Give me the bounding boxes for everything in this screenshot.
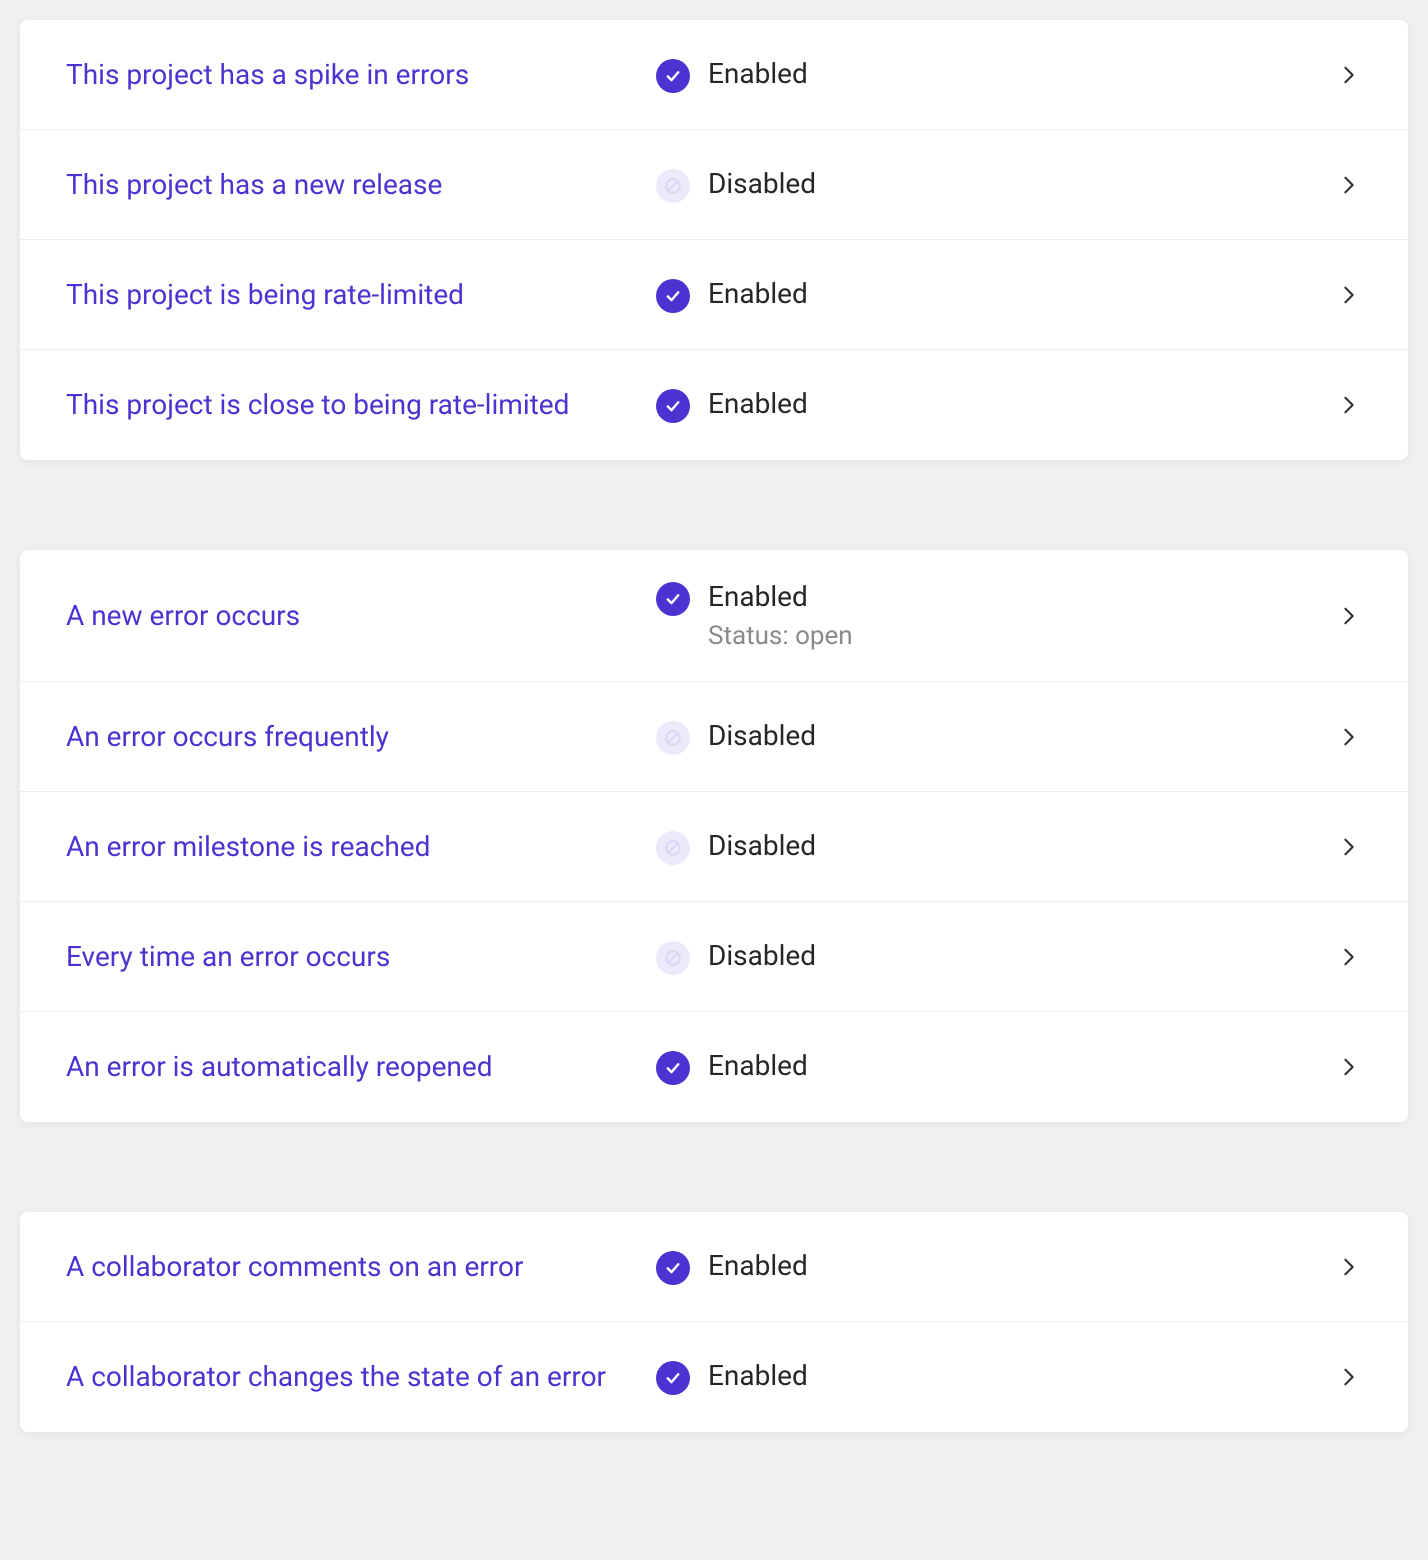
status-label: Enabled (708, 277, 808, 310)
settings-group: This project has a spike in errors Enable… (20, 20, 1408, 460)
status-label: Disabled (708, 719, 816, 752)
settings-row-error-occurs-frequently[interactable]: An error occurs frequently Disabled (20, 682, 1408, 792)
status-label: Enabled (708, 57, 808, 90)
settings-group: A new error occurs Enabled Status: open An … (20, 550, 1408, 1122)
chevron-right-icon (1336, 1364, 1362, 1390)
status-texts: Enabled (708, 57, 808, 90)
status-texts: Disabled (708, 167, 816, 200)
settings-row-title: An error milestone is reached (66, 828, 656, 866)
settings-row-title: This project has a new release (66, 166, 656, 204)
status-label: Disabled (708, 167, 816, 200)
status-texts: Enabled (708, 1359, 808, 1392)
chevron-right-icon (1336, 172, 1362, 198)
check-circle-icon (656, 1251, 690, 1285)
status-texts: Enabled (708, 1049, 808, 1082)
status-texts: Disabled (708, 939, 816, 972)
settings-row-error-reopened[interactable]: An error is automatically reopened Enable… (20, 1012, 1408, 1122)
check-circle-icon (656, 1051, 690, 1085)
disabled-circle-icon (656, 169, 690, 203)
status-label: Disabled (708, 829, 816, 862)
status-wrap: Enabled (656, 1359, 1336, 1395)
check-circle-icon (656, 279, 690, 313)
disabled-circle-icon (656, 941, 690, 975)
chevron-right-icon (1336, 834, 1362, 860)
settings-row-title: An error occurs frequently (66, 718, 656, 756)
status-texts: Enabled (708, 387, 808, 420)
status-label: Enabled (708, 1049, 808, 1082)
settings-row-title: This project is close to being rate-limi… (66, 386, 656, 424)
settings-row-rate-limited[interactable]: This project is being rate-limited Enable… (20, 240, 1408, 350)
settings-row-spike-in-errors[interactable]: This project has a spike in errors Enable… (20, 20, 1408, 130)
status-wrap: Enabled (656, 57, 1336, 93)
disabled-circle-icon (656, 831, 690, 865)
settings-group: A collaborator comments on an error Enabl… (20, 1212, 1408, 1432)
status-label: Enabled (708, 580, 853, 613)
status-label: Enabled (708, 387, 808, 420)
settings-row-close-rate-limited[interactable]: This project is close to being rate-limi… (20, 350, 1408, 460)
settings-row-error-milestone[interactable]: An error milestone is reached Disabled (20, 792, 1408, 902)
status-label: Enabled (708, 1359, 808, 1392)
check-circle-icon (656, 582, 690, 616)
status-wrap: Disabled (656, 167, 1336, 203)
settings-row-title: A collaborator comments on an error (66, 1248, 656, 1286)
status-texts: Enabled (708, 1249, 808, 1282)
status-texts: Disabled (708, 829, 816, 862)
status-wrap: Enabled (656, 387, 1336, 423)
status-label: Disabled (708, 939, 816, 972)
chevron-right-icon (1336, 603, 1362, 629)
check-circle-icon (656, 1361, 690, 1395)
chevron-right-icon (1336, 724, 1362, 750)
chevron-right-icon (1336, 392, 1362, 418)
settings-row-collaborator-comments[interactable]: A collaborator comments on an error Enabl… (20, 1212, 1408, 1322)
chevron-right-icon (1336, 944, 1362, 970)
status-subtext: Status: open (708, 621, 853, 651)
check-circle-icon (656, 389, 690, 423)
chevron-right-icon (1336, 282, 1362, 308)
chevron-right-icon (1336, 62, 1362, 88)
settings-row-title: A new error occurs (66, 597, 656, 635)
chevron-right-icon (1336, 1054, 1362, 1080)
status-wrap: Enabled Status: open (656, 580, 1336, 651)
status-texts: Enabled (708, 277, 808, 310)
status-wrap: Enabled (656, 277, 1336, 313)
chevron-right-icon (1336, 1254, 1362, 1280)
status-wrap: Disabled (656, 939, 1336, 975)
settings-row-title: Every time an error occurs (66, 938, 656, 976)
settings-row-title: An error is automatically reopened (66, 1048, 656, 1086)
status-texts: Disabled (708, 719, 816, 752)
status-wrap: Enabled (656, 1049, 1336, 1085)
settings-row-title: This project is being rate-limited (66, 276, 656, 314)
check-circle-icon (656, 59, 690, 93)
status-texts: Enabled Status: open (708, 580, 853, 651)
settings-row-title: A collaborator changes the state of an e… (66, 1358, 656, 1396)
status-label: Enabled (708, 1249, 808, 1282)
settings-row-new-error-occurs[interactable]: A new error occurs Enabled Status: open (20, 550, 1408, 682)
settings-row-title: This project has a spike in errors (66, 56, 656, 94)
status-wrap: Enabled (656, 1249, 1336, 1285)
disabled-circle-icon (656, 721, 690, 755)
settings-row-new-release[interactable]: This project has a new release Disabled (20, 130, 1408, 240)
status-wrap: Disabled (656, 719, 1336, 755)
settings-row-collaborator-changes-state[interactable]: A collaborator changes the state of an e… (20, 1322, 1408, 1432)
status-wrap: Disabled (656, 829, 1336, 865)
settings-row-every-time-error[interactable]: Every time an error occurs Disabled (20, 902, 1408, 1012)
